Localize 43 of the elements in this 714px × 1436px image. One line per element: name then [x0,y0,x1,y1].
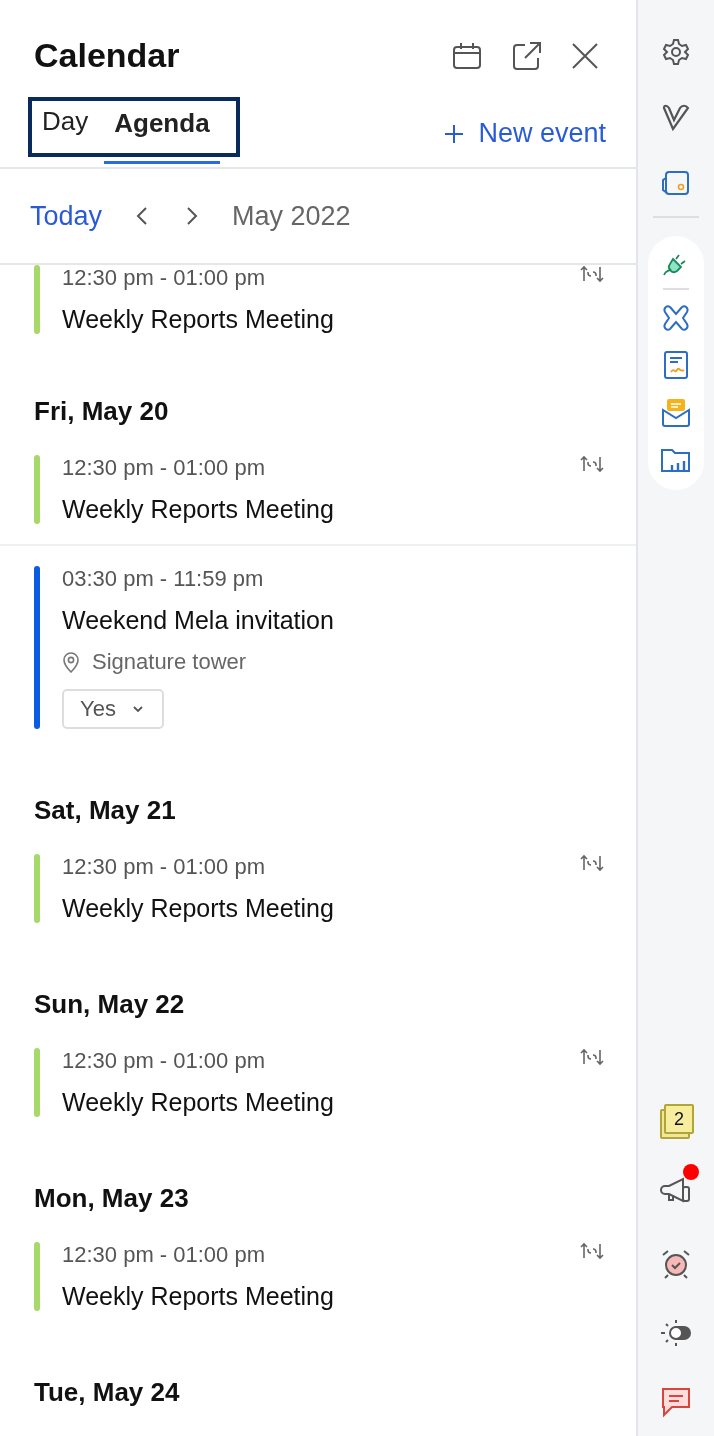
event-time: 12:30 pm - 01:00 pm [62,1048,266,1074]
chat-icon[interactable] [660,1386,692,1418]
external-link-icon[interactable] [512,40,542,71]
rsvp-dropdown[interactable]: Yes [62,689,164,729]
day-heading: Sat, May 21 [34,795,177,826]
wallet-icon[interactable] [661,170,691,196]
theme-toggle-icon[interactable] [659,1318,693,1348]
signed-document-icon[interactable] [662,350,690,380]
month-label: May 2022 [232,200,351,232]
next-icon[interactable] [186,206,199,226]
view-tab[interactable]: Agenda [104,101,220,164]
plus-icon [444,123,465,144]
event-location: Signature tower [92,649,247,675]
folder-chart-icon[interactable] [660,446,692,474]
alarm-clock-icon[interactable] [660,1248,692,1280]
location-pin-icon [62,651,80,673]
event-time: 12:30 pm - 01:00 pm [62,1242,266,1268]
day-heading: Mon, May 23 [34,1183,190,1214]
day-heading: Sun, May 22 [34,989,186,1020]
today-button[interactable]: Today [30,200,103,232]
event-title[interactable]: Weekend Mela invitation [62,606,606,635]
event-time: 12:30 pm - 01:00 pm [62,265,266,291]
new-event-button[interactable]: New event [444,118,606,149]
event-title[interactable]: Weekly Reports Meeting [62,1088,606,1117]
settings-icon[interactable] [662,38,690,66]
puzzle-cross-icon[interactable] [660,304,692,332]
previous-icon[interactable] [136,206,149,226]
panel-title: Calendar [34,36,180,75]
event-time: 12:30 pm - 01:00 pm [62,854,266,880]
event-title[interactable]: Weekly Reports Meeting [62,305,606,334]
calendar-icon[interactable] [452,41,482,70]
view-tab[interactable]: Day [32,101,99,145]
event-time: 03:30 pm - 11:59 pm [62,566,265,592]
close-icon[interactable] [572,42,598,69]
event-title[interactable]: Weekly Reports Meeting [62,894,606,923]
event-title[interactable]: Weekly Reports Meeting [62,495,606,524]
day-heading: Fri, May 20 [34,396,170,427]
event-time: 12:30 pm - 01:00 pm [62,455,266,481]
day-heading: Tue, May 24 [34,1377,181,1408]
paperclip-v-icon[interactable] [661,104,691,132]
event-title[interactable]: Weekly Reports Meeting [62,1282,606,1311]
mail-icon[interactable] [660,398,692,428]
caret-icon [131,705,144,713]
